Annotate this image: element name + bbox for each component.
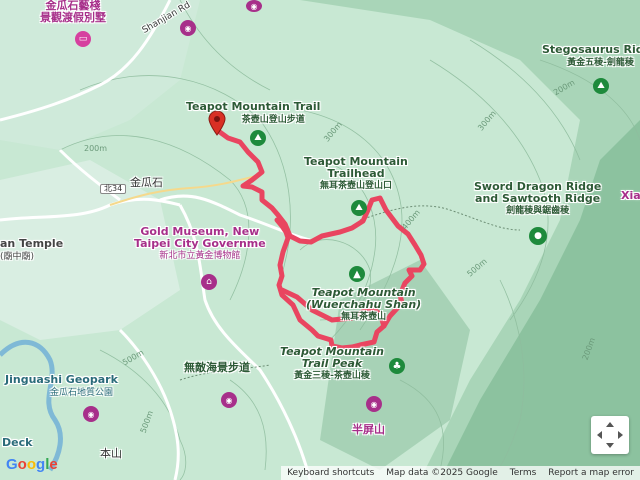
hotel-icon[interactable]: ▭ xyxy=(75,31,91,47)
sword-ridge-label[interactable]: Sword Dragon Ridge and Sawtooth Ridge 劍龍稜與… xyxy=(474,181,601,217)
stegosaurus-zh: 黃金五稜-劍龍稜 xyxy=(567,57,634,68)
sword-en2: and Sawtooth Ridge xyxy=(475,191,601,205)
tree-icon[interactable]: ♣ xyxy=(389,358,405,374)
wudi-trail-label[interactable]: 無敵海景步道 xyxy=(184,362,250,374)
hiking-icon[interactable]: ⛰ xyxy=(593,78,609,94)
teapot-trail-label[interactable]: Teapot Mountain Trail 茶壺山登山步道 xyxy=(186,101,320,125)
temple-label-zh: (廟中廟) xyxy=(0,251,35,262)
mountain-peak-icon[interactable]: ▲ xyxy=(349,266,365,282)
museum-icon[interactable]: ⌂ xyxy=(201,274,217,290)
geopark-zh: 金瓜石地質公園 xyxy=(49,387,113,398)
camera-icon[interactable]: ◉ xyxy=(366,396,382,412)
temple-label[interactable]: an Temple (廟中廟) xyxy=(0,238,63,262)
teapot-trail-label-zh: 茶壺山登山步道 xyxy=(241,114,305,125)
teapot-peak-label[interactable]: Teapot Mountain Trail Peak 黃金三稜-茶壺山稜 xyxy=(280,346,384,382)
map-data-attribution: Map data ©2025 Google xyxy=(386,468,498,478)
map-footer: Keyboard shortcuts Map data ©2025 Google… xyxy=(281,466,640,480)
stegosaurus-en: Stegosaurus Ridge xyxy=(542,43,640,56)
deck-label[interactable]: Deck xyxy=(2,437,32,449)
teapot-trailhead-label[interactable]: Teapot Mountain Trailhead 無耳茶壺山登山口 xyxy=(304,156,408,192)
teapot-mountain-label[interactable]: Teapot Mountain (Wuerchahu Shan) 無耳茶壺山 xyxy=(306,287,421,323)
sword-zh: 劍龍稜與鋸齒稜 xyxy=(506,206,570,217)
move-arrows-icon xyxy=(597,422,623,448)
gold-museum-label[interactable]: Gold Museum, New Taipei City Governme 新北市立… xyxy=(134,226,266,262)
terms-link[interactable]: Terms xyxy=(504,466,543,480)
teapot-mtn-en2: (Wuerchahu Shan) xyxy=(306,297,422,311)
banping-label[interactable]: 半屏山 xyxy=(352,424,385,436)
trailhead-label-zh: 無耳茶壺山登山口 xyxy=(319,181,392,192)
trailhead-label-en2: Trailhead xyxy=(327,166,385,180)
geopark-label[interactable]: Jinguashi Geopark 金瓜石地質公園 xyxy=(5,374,118,398)
teapot-peak-zh: 黃金三稜-茶壺山稜 xyxy=(294,371,370,382)
villa-label-line2: 景觀渡假別墅 xyxy=(40,10,106,24)
teapot-peak-en2: Trail Peak xyxy=(301,356,363,370)
villa-label[interactable]: 金瓜石藝棧 景觀渡假別墅 xyxy=(40,0,106,23)
teapot-mtn-zh: 無耳茶壺山 xyxy=(341,312,387,323)
camera-icon[interactable]: ◉ xyxy=(83,406,99,422)
report-error-link[interactable]: Report a map error xyxy=(542,466,640,480)
compass-button[interactable] xyxy=(591,416,629,454)
gold-museum-en2: Taipei City Governme xyxy=(134,236,266,250)
geopark-en: Jinguashi Geopark xyxy=(5,373,118,386)
keyboard-shortcuts-link[interactable]: Keyboard shortcuts xyxy=(281,466,380,480)
stegosaurus-label[interactable]: Stegosaurus Ridge黃金五稜-劍龍稜 xyxy=(542,44,640,68)
hiking-icon[interactable]: ⛰ xyxy=(250,130,266,146)
road-shield-north34: 北34 xyxy=(100,184,127,195)
contour-label: 200m xyxy=(84,144,108,153)
xia-label[interactable]: Xia xyxy=(621,190,640,202)
gold-museum-zh: 新北市立黃金博物館 xyxy=(159,251,241,262)
teapot-trail-label-en: Teapot Mountain Trail xyxy=(186,100,321,113)
temple-label-en: an Temple xyxy=(0,237,64,250)
camera-icon[interactable]: ◉ xyxy=(246,0,262,12)
park-icon[interactable]: ● xyxy=(529,227,547,245)
hiking-icon[interactable]: ⛰ xyxy=(351,200,367,216)
camera-icon[interactable]: ◉ xyxy=(180,20,196,36)
camera-icon[interactable]: ◉ xyxy=(221,392,237,408)
google-logo: Google xyxy=(6,456,58,473)
jinguashi-label: 金瓜石 xyxy=(130,176,163,189)
benshan-label: 本山 xyxy=(100,447,122,460)
